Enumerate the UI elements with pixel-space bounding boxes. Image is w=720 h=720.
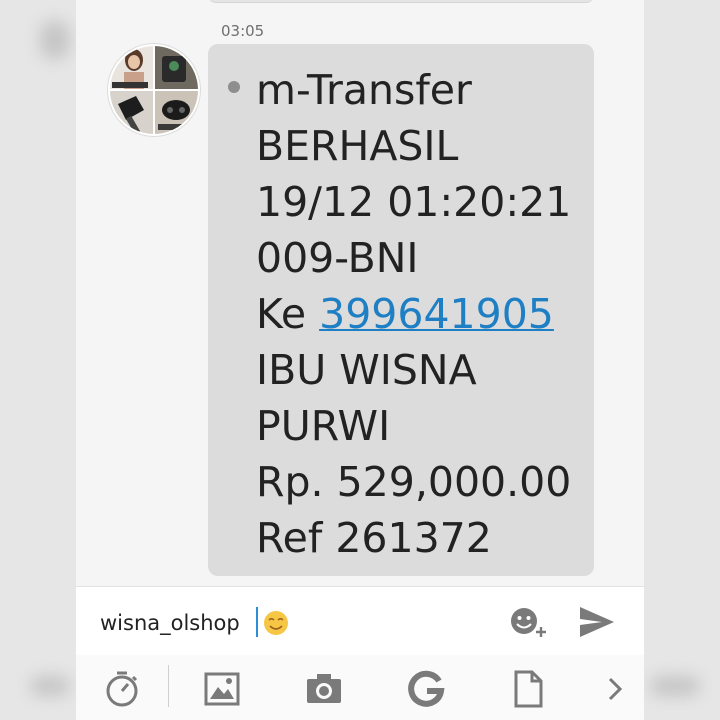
message-timestamp: 03:05 bbox=[221, 22, 265, 40]
message-line: 19/12 01:20:21 bbox=[256, 178, 572, 226]
message-line: Rp. 529,000.00 bbox=[256, 458, 572, 506]
image-icon[interactable] bbox=[202, 669, 242, 709]
avatar-photo-tile bbox=[154, 46, 198, 90]
message-line: m-Transfer bbox=[256, 66, 472, 114]
avatar-divider bbox=[110, 89, 198, 91]
message-line: PURWI bbox=[256, 402, 391, 450]
blurred-right-margin bbox=[644, 0, 720, 720]
message-text: m-Transfer BERHASIL 19/12 01:20:21 009-B… bbox=[256, 62, 586, 566]
blur-shape bbox=[40, 20, 70, 60]
attachment-toolbar bbox=[76, 655, 644, 720]
g-logo-icon[interactable] bbox=[406, 669, 446, 709]
message-line: 009-BNI bbox=[256, 234, 419, 282]
blurred-left-margin bbox=[0, 0, 76, 720]
message-line: Ke 399641905 bbox=[256, 286, 586, 342]
timer-icon[interactable] bbox=[102, 669, 142, 709]
message-input[interactable]: wisna_olshop bbox=[100, 611, 240, 635]
emoji-add-icon[interactable] bbox=[508, 605, 548, 641]
send-icon[interactable] bbox=[576, 603, 618, 641]
bullet-dot bbox=[228, 81, 240, 93]
recipient-prefix: Ke bbox=[256, 290, 320, 338]
message-bubble[interactable]: m-Transfer BERHASIL 19/12 01:20:21 009-B… bbox=[208, 44, 594, 576]
message-line: Ref 261372 bbox=[256, 514, 492, 562]
chevron-right-icon[interactable] bbox=[596, 669, 636, 709]
message-line: IBU WISNA bbox=[256, 346, 477, 394]
contact-avatar[interactable] bbox=[108, 44, 200, 136]
smiling-face-icon bbox=[264, 611, 288, 635]
camera-icon[interactable] bbox=[304, 669, 344, 709]
account-number-link[interactable]: 399641905 bbox=[319, 290, 554, 338]
document-icon[interactable] bbox=[508, 669, 548, 709]
blur-shape bbox=[30, 676, 70, 696]
avatar-photo-tile bbox=[110, 46, 154, 90]
toolbar-divider bbox=[168, 665, 169, 707]
avatar-photo-tile bbox=[154, 90, 198, 134]
previous-message-bubble bbox=[208, 0, 594, 3]
avatar-photo-tile bbox=[110, 90, 154, 134]
message-composer: wisna_olshop bbox=[76, 586, 644, 655]
blur-shape bbox=[650, 676, 700, 696]
text-cursor bbox=[256, 607, 258, 637]
chat-screen: 03:05 m-Transfer BERHASIL 19/12 01:20:21… bbox=[76, 0, 644, 720]
message-line: BERHASIL bbox=[256, 122, 459, 170]
